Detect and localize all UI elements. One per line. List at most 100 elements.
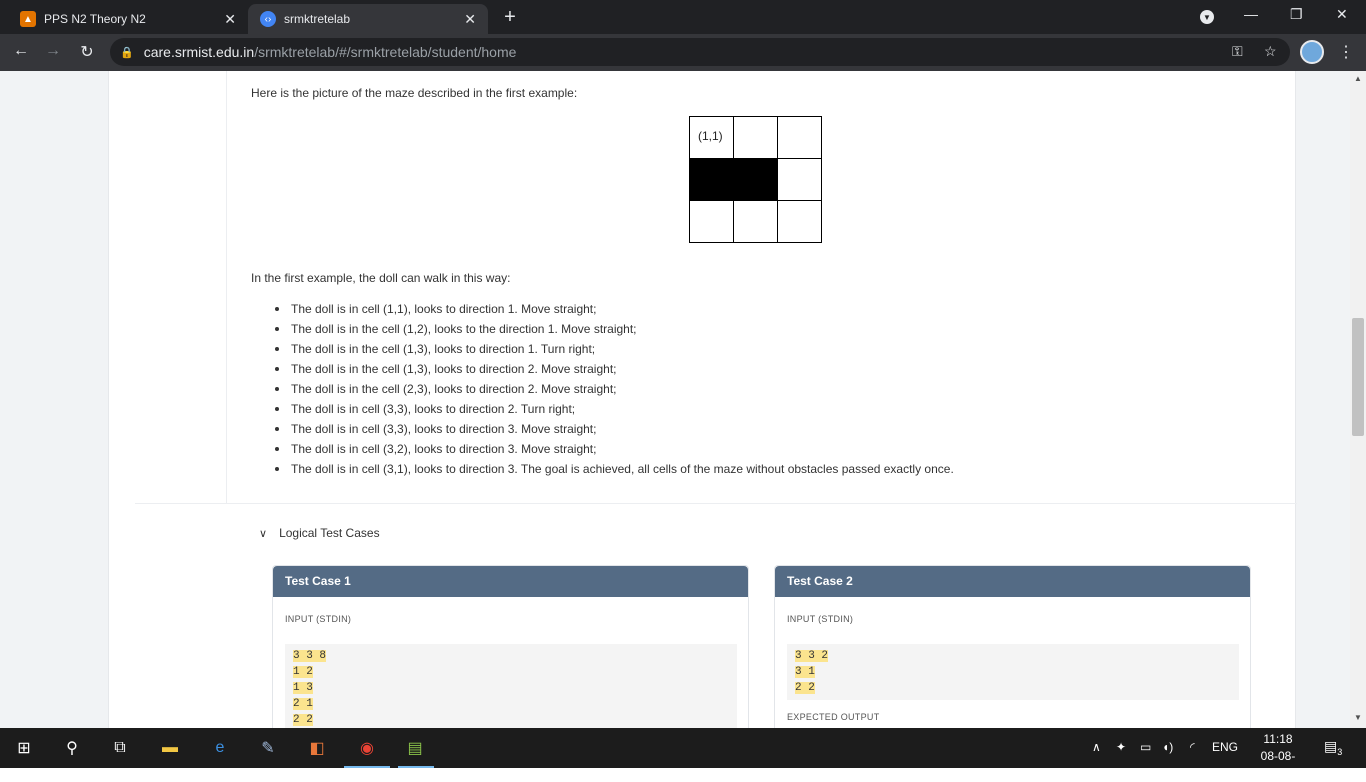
maze-row: (1,1) [689,116,822,159]
close-window-icon[interactable]: ✕ [1336,6,1348,23]
input-line-text: 3 3 2 [795,650,829,662]
notification-center-icon[interactable]: ▤3 [1324,738,1342,757]
walk-step: The doll is in cell (3,3), looks to dire… [273,399,954,419]
chevron-down-icon: ∨ [259,527,268,540]
walk-step: The doll is in cell (1,1), looks to dire… [273,299,954,319]
reload-icon[interactable]: ↻ [76,42,98,62]
task-view-icon[interactable]: ⧉ [108,736,132,760]
walk-step: The doll is in the cell (1,3), looks to … [273,359,954,379]
input-line-text: 1 2 [293,666,313,678]
maze-row [689,200,822,243]
walk-step: The doll is in cell (3,1), looks to dire… [273,459,954,479]
close-tab-icon[interactable]: ✕ [224,11,236,28]
tray-chevron-up-icon[interactable]: ∧ [1092,740,1101,754]
input-line-text: 3 3 8 [293,650,327,662]
tab-title: PPS N2 Theory N2 [44,12,146,26]
maze-cell [777,200,822,243]
notepad-plus-icon[interactable]: ▤ [403,736,427,760]
maze-wall-cell [733,158,778,201]
battery-icon[interactable]: ▭ [1140,740,1151,754]
maze-cell [733,116,778,159]
maze-cell: (1,1) [689,116,734,159]
minimize-icon[interactable]: — [1244,6,1258,22]
tab-pps-theory[interactable]: ▲ PPS N2 Theory N2 ✕ [8,4,248,34]
expected-output-label: EXPECTED OUTPUT [787,712,880,722]
url-host: care.srmist.edu.in [143,44,255,60]
file-explorer-icon[interactable]: ▬ [158,736,182,760]
test-case-card-1: Test Case 1 INPUT (STDIN) 3 3 8 1 2 1 3 2 1… [272,565,749,728]
input-line: 2 2 [795,680,1231,696]
windows-start-icon[interactable]: ⊞ [12,736,36,760]
tab-title: srmktretelab [284,12,351,26]
paint-icon[interactable]: ✎ [256,736,280,760]
input-line: 2 1 [293,696,729,712]
walk-step: The doll is in the cell (1,2), looks to … [273,319,954,339]
walk-steps-list: The doll is in cell (1,1), looks to dire… [273,299,954,479]
maze-cell [777,116,822,159]
taskbar-clock[interactable]: 11:18 08-08-2021 [1248,731,1308,782]
walk-step: The doll is in cell (3,2), looks to dire… [273,439,954,459]
back-arrow-icon[interactable]: ← [10,42,32,60]
input-line-text: 2 1 [293,698,313,710]
logical-test-cases-label: Logical Test Cases [279,526,380,540]
maze-row [689,158,822,201]
volume-icon[interactable]: ◖) [1162,740,1173,754]
scrollbar-thumb[interactable] [1352,318,1364,436]
walk-step: The doll is in cell (3,3), looks to dire… [273,419,954,439]
input-language[interactable]: ENG [1212,740,1238,754]
new-tab-button[interactable]: + [498,6,522,29]
lock-icon[interactable]: 🔒 [120,46,134,59]
maze-wall-cell [689,158,734,201]
search-icon[interactable]: ⚲ [60,736,84,760]
close-tab-icon[interactable]: ✕ [464,11,476,28]
internet-explorer-icon[interactable]: e [208,736,232,760]
tab-favicon-icon: ‹› [260,11,276,27]
wifi-icon[interactable]: ◜ [1190,740,1195,754]
input-line-text: 2 2 [795,682,815,694]
tab-search-icon[interactable]: ▼ [1200,10,1214,24]
input-box: 3 3 2 3 1 2 2 [787,644,1239,700]
input-line-text: 2 2 [293,714,313,726]
key-icon[interactable]: ⚿ [1232,43,1243,60]
bookmark-star-icon[interactable]: ☆ [1264,43,1277,60]
tab-strip: ▲ PPS N2 Theory N2 ✕ ‹› srmktretelab ✕ +… [0,0,1366,34]
maze-cell [733,200,778,243]
tab-favicon-icon: ▲ [20,11,36,27]
input-line-text: 1 3 [293,682,313,694]
test-case-card-2: Test Case 2 INPUT (STDIN) 3 3 2 3 1 2 2 EX… [774,565,1251,728]
restore-icon[interactable]: ❐ [1290,6,1303,23]
input-line: 3 3 2 [795,648,1231,664]
input-line: 2 2 [293,712,729,728]
input-label: INPUT (STDIN) [285,614,352,624]
windows-taskbar: ⊞ ⚲ ⧉ ▬ e ✎ ◧ ◉ ▤ ∧ ✦ ▭ ◖) ◜ ENG 11:18 0… [0,728,1366,780]
input-line: 3 1 [795,664,1231,680]
test-case-title: Test Case 1 [273,566,748,597]
profile-avatar[interactable] [1300,40,1324,64]
maze-grid: (1,1) [689,116,822,243]
browser-toolbar: ← → ↻ 🔒 care.srmist.edu.in /srmktretelab… [0,34,1366,71]
logical-test-cases-toggle[interactable]: ∨ Logical Test Cases [259,526,380,540]
picture-caption: Here is the picture of the maze describe… [251,86,578,100]
scroll-down-arrow-icon[interactable]: ▼ [1350,713,1366,722]
url-path: /srmktretelab/#/srmktretelab/student/hom… [254,44,517,60]
browser-menu-icon[interactable]: ⋮ [1338,42,1354,62]
section-divider [135,503,1297,504]
input-line: 3 3 8 [293,648,729,664]
forward-arrow-icon[interactable]: → [42,42,64,60]
scroll-up-arrow-icon[interactable]: ▲ [1350,74,1366,83]
network-alert-icon[interactable]: ✦ [1116,740,1126,754]
address-bar[interactable]: 🔒 care.srmist.edu.in /srmktretelab/#/srm… [110,38,1290,66]
chrome-icon[interactable]: ◉ [355,736,379,760]
notification-count: 3 [1337,746,1343,757]
input-line-text: 3 1 [795,666,815,678]
office-icon[interactable]: ◧ [305,736,329,760]
input-line: 1 3 [293,680,729,696]
test-case-title: Test Case 2 [775,566,1250,597]
problem-card: Here is the picture of the maze describe… [108,71,1297,728]
maze-cell [689,200,734,243]
walk-intro: In the first example, the doll can walk … [251,271,511,285]
clock-time: 11:18 [1263,732,1293,746]
tab-srmktretelab[interactable]: ‹› srmktretelab ✕ [248,4,488,34]
walk-step: The doll is in the cell (2,3), looks to … [273,379,954,399]
input-box: 3 3 8 1 2 1 3 2 1 2 2 [285,644,737,728]
